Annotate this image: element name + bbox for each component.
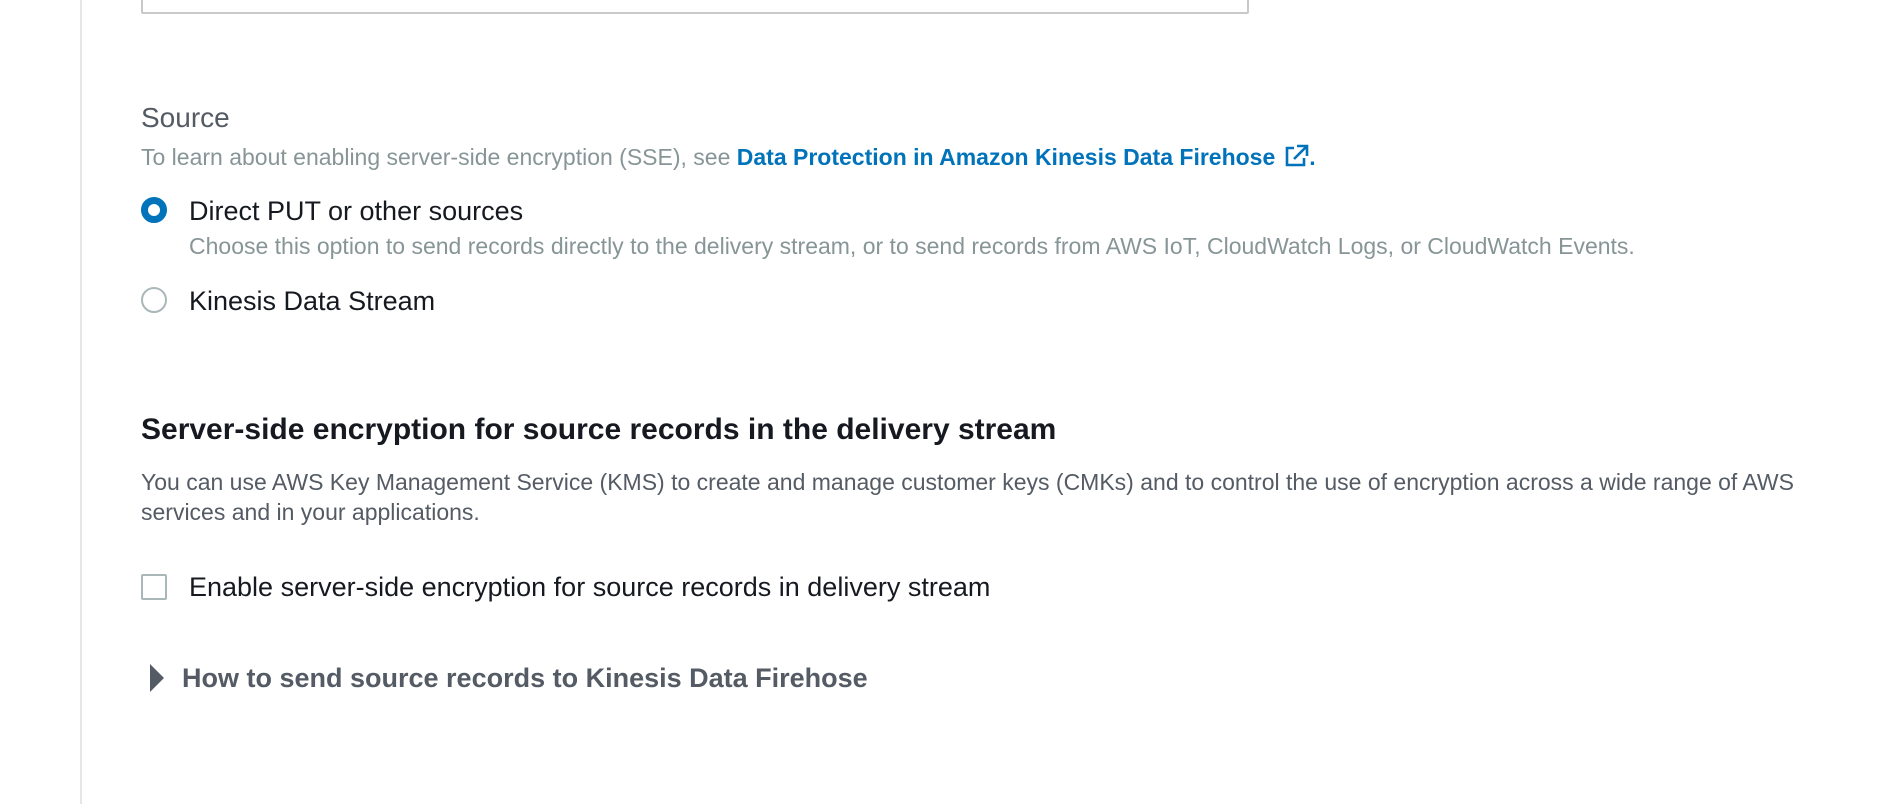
how-to-send-expander[interactable]: How to send source records to Kinesis Da… xyxy=(150,662,868,694)
radio-option-direct-put-text: Direct PUT or other sources Choose this … xyxy=(189,196,1635,260)
source-description-prefix: To learn about enabling server-side encr… xyxy=(141,144,737,170)
caret-right-icon[interactable] xyxy=(150,664,164,692)
sse-section-heading: Server-side encryption for source record… xyxy=(141,413,1057,446)
radio-label-direct-put[interactable]: Direct PUT or other sources xyxy=(189,196,1635,226)
how-to-send-expander-label[interactable]: How to send source records to Kinesis Da… xyxy=(182,662,868,694)
source-description: To learn about enabling server-side encr… xyxy=(141,143,1316,171)
external-link-icon[interactable] xyxy=(1283,144,1309,168)
source-label: Source xyxy=(141,102,230,133)
enable-sse-checkbox[interactable] xyxy=(141,574,167,600)
left-border-rule xyxy=(80,0,82,804)
enable-sse-checkbox-label[interactable]: Enable server-side encryption for source… xyxy=(189,572,990,602)
sse-section-description: You can use AWS Key Management Service (… xyxy=(141,469,1794,525)
previous-input-field[interactable] xyxy=(141,0,1249,14)
data-protection-link-text[interactable]: Data Protection in Amazon Kinesis Data F… xyxy=(737,144,1276,170)
source-description-suffix: . xyxy=(1309,144,1316,170)
radio-option-direct-put[interactable]: Direct PUT or other sources Choose this … xyxy=(141,196,1635,260)
data-protection-link[interactable]: Data Protection in Amazon Kinesis Data F… xyxy=(737,144,1310,170)
radio-option-kinesis-data-stream[interactable]: Kinesis Data Stream xyxy=(141,286,435,316)
radio-option-kinesis-data-stream-text: Kinesis Data Stream xyxy=(189,286,435,316)
radio-label-kinesis-data-stream[interactable]: Kinesis Data Stream xyxy=(189,286,435,316)
radio-button-kinesis-data-stream[interactable] xyxy=(141,287,167,313)
enable-sse-checkbox-row[interactable]: Enable server-side encryption for source… xyxy=(141,572,990,602)
radio-button-direct-put[interactable] xyxy=(141,197,167,223)
radio-description-direct-put: Choose this option to send records direc… xyxy=(189,233,1635,259)
